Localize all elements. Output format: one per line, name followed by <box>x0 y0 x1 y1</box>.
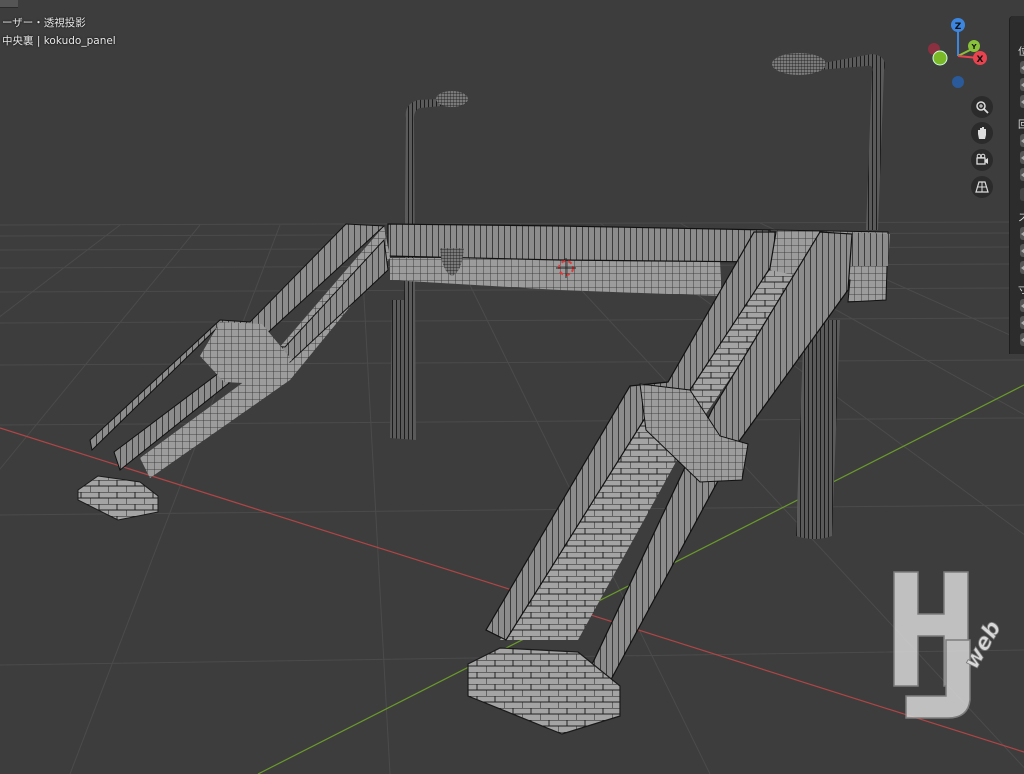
perspective-toggle-button[interactable] <box>971 176 993 198</box>
scale-z-field[interactable] <box>1020 261 1024 274</box>
camera-view-button[interactable] <box>971 149 993 171</box>
dimensions-z-field[interactable] <box>1020 333 1024 346</box>
zoom-button[interactable] <box>971 96 993 118</box>
gizmo-x-label: X <box>977 55 984 65</box>
zoom-icon <box>976 101 989 114</box>
gizmo-neg-z-handle[interactable] <box>952 76 964 88</box>
header-strip[interactable] <box>0 0 18 8</box>
location-y-field[interactable] <box>1020 78 1024 91</box>
location-x-field[interactable] <box>1020 61 1024 74</box>
pan-button[interactable] <box>971 122 993 144</box>
rotation-label: 回 <box>1018 120 1024 131</box>
properties-sidebar[interactable]: 位 回 ス 寸 <box>1009 16 1024 354</box>
location-label: 位 <box>1018 47 1024 58</box>
viewport-collection-label: 中央裏 | kokudo_panel <box>2 35 116 47</box>
rotation-y-field[interactable] <box>1020 151 1024 164</box>
dimensions-label: 寸 <box>1018 285 1024 296</box>
dimensions-x-field[interactable] <box>1020 299 1024 312</box>
scale-label: ス <box>1018 213 1024 224</box>
camera-view-icon <box>976 153 988 165</box>
location-z-field[interactable] <box>1020 95 1024 108</box>
scale-x-field[interactable] <box>1020 227 1024 240</box>
rotation-z-field[interactable] <box>1020 168 1024 181</box>
3d-viewport[interactable]: web Z Y X <box>0 0 1024 774</box>
left-lamp-head <box>436 91 468 107</box>
rotation-x-field[interactable] <box>1020 134 1024 147</box>
right-lamp-head <box>772 53 826 75</box>
scale-y-field[interactable] <box>1020 244 1024 257</box>
perspective-grid-icon <box>975 181 989 193</box>
viewport-view-title: ーザー・透視投影 <box>2 17 86 29</box>
rotation-mode-field[interactable] <box>1020 188 1024 201</box>
hand-pan-icon <box>978 127 986 139</box>
gizmo-neg-y-handle[interactable] <box>932 50 948 66</box>
right-deck-railing <box>848 232 890 266</box>
gizmo-z-label: Z <box>955 22 962 32</box>
dimensions-y-field[interactable] <box>1020 316 1024 329</box>
gizmo-y-label: Y <box>970 43 977 51</box>
